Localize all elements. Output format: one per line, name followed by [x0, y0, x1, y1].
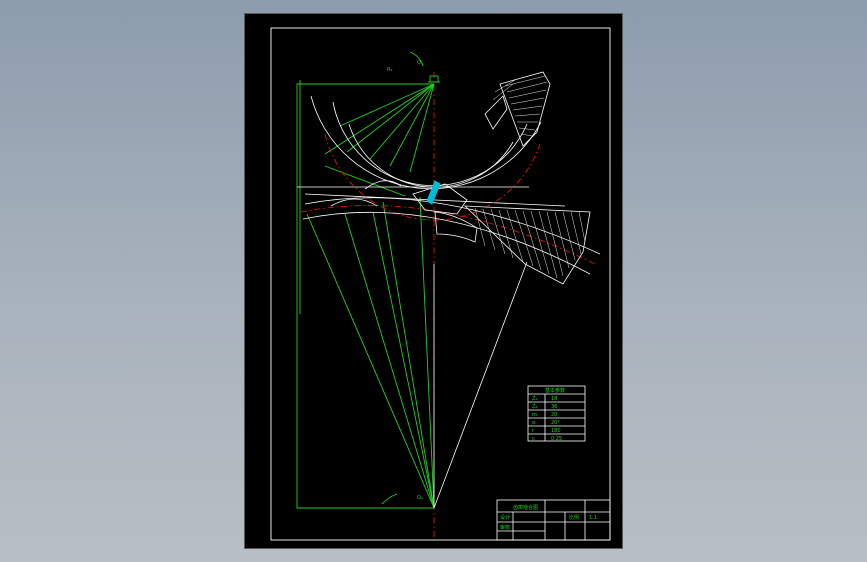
- title-block-title: 齿廓啮合图: [513, 504, 538, 511]
- label-r1: R₁: [387, 67, 392, 73]
- construction-lines: [296, 51, 440, 509]
- parameter-table-title: 基本参数: [545, 387, 565, 394]
- param-value: 36: [551, 404, 557, 410]
- contact-zone: [426, 180, 441, 205]
- param-name: Z₁: [532, 396, 537, 402]
- title-block-cell: 1:1: [589, 515, 597, 521]
- param-value: 0.25: [551, 436, 562, 442]
- title-block-cell: 设计: [500, 514, 510, 521]
- title-block-cell: 比例: [569, 514, 579, 521]
- action-lines: [297, 186, 566, 509]
- param-name: c: [532, 436, 535, 442]
- param-name: Z₂: [532, 404, 537, 410]
- param-value: 180: [551, 428, 561, 434]
- drawing-sheet: O₁ R₁ O₂ 基本参数 Z₁ 18 Z₂ 36 m 20 α 20° r 1…: [244, 13, 623, 549]
- title-block: 齿廓啮合图 设计 审核 比例 1:1: [496, 499, 611, 541]
- gear-mesh-drawing: O₁ R₁ O₂ 基本参数 Z₁ 18 Z₂ 36 m 20 α 20° r 1…: [270, 27, 611, 541]
- inner-border: [270, 27, 611, 541]
- param-name: r: [532, 428, 535, 434]
- param-name: α: [532, 420, 536, 426]
- param-value: 20: [551, 412, 557, 418]
- parameter-table: 基本参数 Z₁ 18 Z₂ 36 m 20 α 20° r 180 c 0.25: [527, 385, 586, 442]
- title-block-cell: 审核: [500, 524, 510, 531]
- param-name: m: [532, 412, 537, 418]
- param-value: 18: [551, 396, 557, 402]
- label-o2: O₂: [417, 495, 423, 501]
- param-value: 20°: [551, 420, 560, 426]
- label-o1: O₁: [417, 60, 423, 66]
